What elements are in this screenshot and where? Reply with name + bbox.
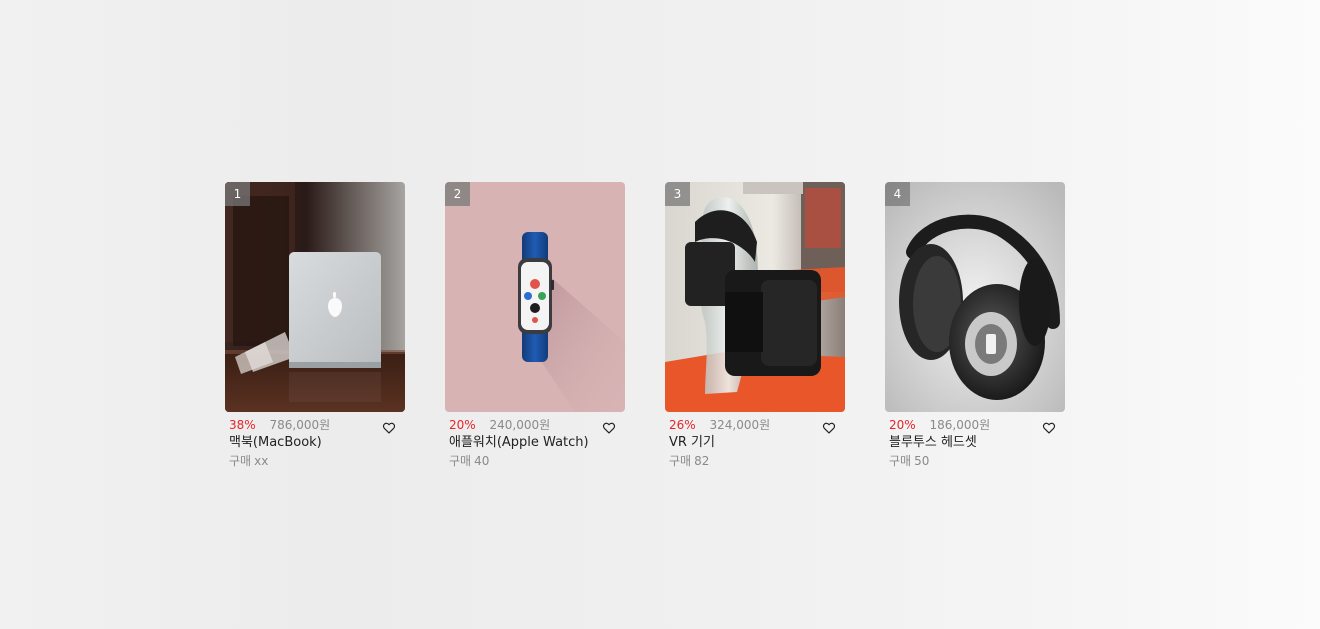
purchase-count: 구매 xx xyxy=(229,453,401,469)
product-name[interactable]: VR 기기 xyxy=(669,434,841,452)
product-name[interactable]: 애플워치(Apple Watch) xyxy=(449,434,621,452)
purchase-count: 구매 40 xyxy=(449,453,621,469)
product-card-macbook[interactable]: 1 38% 786,000원 맥북(MacBook) 구매 xx xyxy=(225,182,405,469)
product-image-macbook[interactable]: 1 xyxy=(225,182,405,412)
purchase-count-value: 50 xyxy=(914,454,930,468)
product-info: 26% 324,000원 VR 기기 구매 82 xyxy=(665,412,845,469)
product-info: 38% 786,000원 맥북(MacBook) 구매 xx xyxy=(225,412,405,469)
purchase-label: 구매 xyxy=(889,454,912,468)
price: 324,000원 xyxy=(709,418,771,432)
product-image-vr[interactable]: 3 xyxy=(665,182,845,412)
product-card-headset[interactable]: 4 20% 186,000원 블루투스 헤드셋 구매 50 xyxy=(885,182,1065,469)
heart-outline-icon[interactable] xyxy=(382,421,396,435)
discount-rate: 38% xyxy=(229,418,256,432)
laptop-photo xyxy=(225,182,405,412)
discount-rate: 20% xyxy=(449,418,476,432)
vr-headset-photo xyxy=(665,182,845,412)
product-grid: 1 38% 786,000원 맥북(MacBook) 구매 xx 2 20% 2… xyxy=(225,182,1065,469)
rank-badge: 3 xyxy=(665,182,690,206)
discount-rate: 20% xyxy=(889,418,916,432)
product-image-headset[interactable]: 4 xyxy=(885,182,1065,412)
purchase-label: 구매 xyxy=(449,454,472,468)
discount-rate: 26% xyxy=(669,418,696,432)
price: 786,000원 xyxy=(269,418,331,432)
purchase-count: 구매 82 xyxy=(669,453,841,469)
rank-badge: 4 xyxy=(885,182,910,206)
heart-outline-icon[interactable] xyxy=(602,421,616,435)
heart-outline-icon[interactable] xyxy=(822,421,836,435)
rank-badge: 1 xyxy=(225,182,250,206)
price-line: 26% 324,000원 xyxy=(669,418,841,432)
price-line: 38% 786,000원 xyxy=(229,418,401,432)
product-info: 20% 240,000원 애플워치(Apple Watch) 구매 40 xyxy=(445,412,625,469)
product-name[interactable]: 맥북(MacBook) xyxy=(229,434,401,452)
product-card-vr[interactable]: 3 26% 324,000원 VR 기기 구매 82 xyxy=(665,182,845,469)
heart-outline-icon[interactable] xyxy=(1042,421,1056,435)
price: 186,000원 xyxy=(929,418,991,432)
purchase-count-value: xx xyxy=(254,454,269,468)
headphones-photo xyxy=(885,182,1065,412)
purchase-count: 구매 50 xyxy=(889,453,1061,469)
price-line: 20% 186,000원 xyxy=(889,418,1061,432)
purchase-label: 구매 xyxy=(669,454,692,468)
purchase-label: 구매 xyxy=(229,454,252,468)
price-line: 20% 240,000원 xyxy=(449,418,621,432)
product-card-apple-watch[interactable]: 2 20% 240,000원 애플워치(Apple Watch) 구매 40 xyxy=(445,182,625,469)
rank-badge: 2 xyxy=(445,182,470,206)
smartwatch-photo xyxy=(445,182,625,412)
product-image-apple-watch[interactable]: 2 xyxy=(445,182,625,412)
price: 240,000원 xyxy=(489,418,551,432)
product-info: 20% 186,000원 블루투스 헤드셋 구매 50 xyxy=(885,412,1065,469)
purchase-count-value: 82 xyxy=(694,454,710,468)
product-name[interactable]: 블루투스 헤드셋 xyxy=(889,434,1061,452)
purchase-count-value: 40 xyxy=(474,454,490,468)
